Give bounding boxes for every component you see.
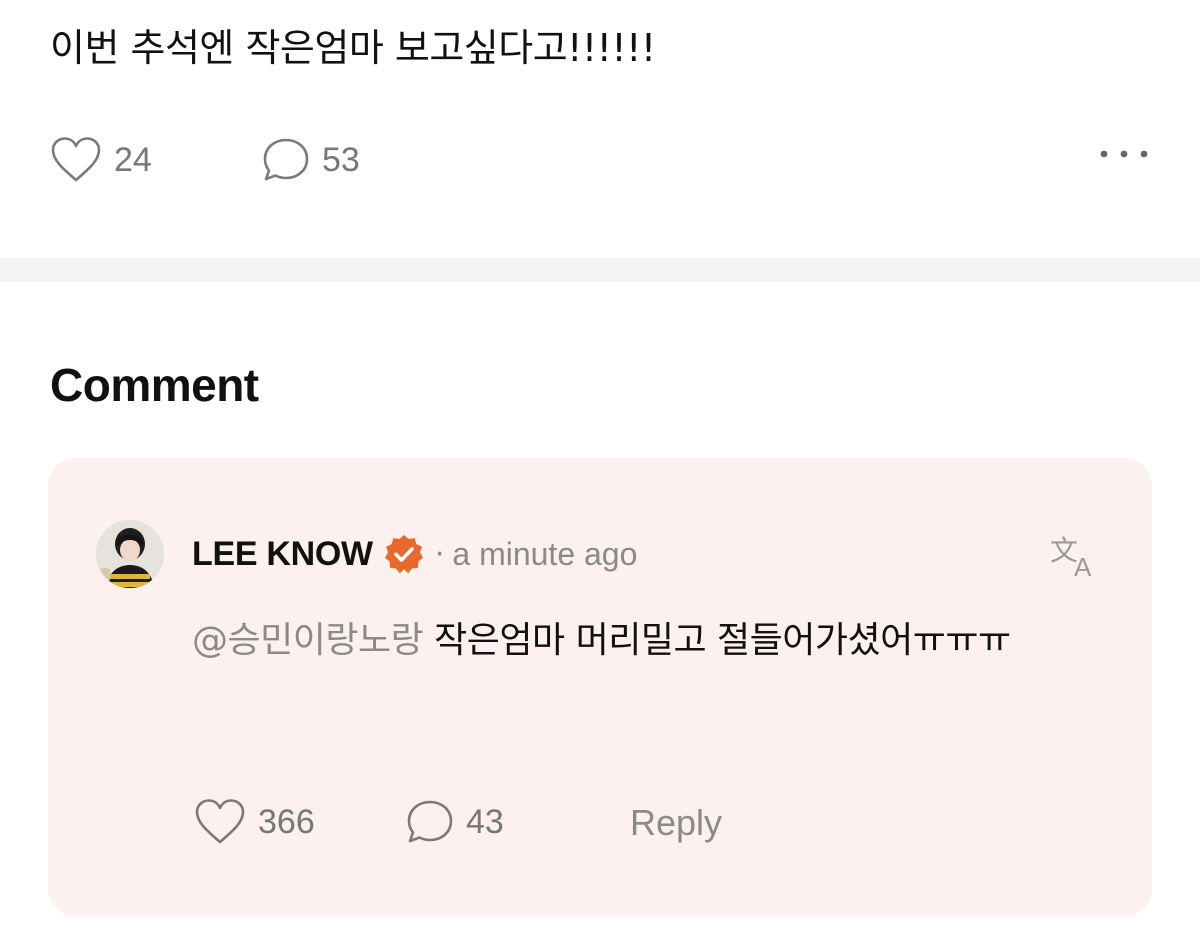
post-comment-count: 53: [322, 140, 360, 179]
speech-bubble-icon: [406, 798, 454, 846]
svg-text:A: A: [1074, 552, 1092, 580]
reply-label: Reply: [630, 802, 723, 843]
more-dots-icon: [1098, 148, 1150, 160]
avatar[interactable]: [96, 520, 164, 588]
heart-icon: [50, 136, 102, 184]
post-text: 이번 추석엔 작은엄마 보고싶다고!!!!!!: [50, 26, 656, 70]
translate-button[interactable]: 文 A: [1050, 530, 1102, 584]
section-divider: [0, 258, 1200, 282]
post-comment-button[interactable]: 53: [262, 136, 360, 184]
comment-timestamp: a minute ago: [452, 535, 638, 572]
more-options-button[interactable]: [1098, 148, 1150, 160]
mention-link[interactable]: @승민이랑노랑: [192, 620, 424, 661]
translate-icon: 文 A: [1050, 534, 1102, 584]
comment-text: 작은엄마 머리밀고 절들어가셨어ㅠㅠㅠ: [423, 620, 1011, 661]
author-name[interactable]: LEE KNOW: [192, 535, 373, 574]
post-like-button[interactable]: 24: [50, 136, 152, 184]
comment-section-heading: Comment: [50, 359, 259, 411]
comment-actions: 366 43 Reply: [194, 798, 894, 854]
comment-reply-count: 43: [466, 802, 504, 841]
verified-badge-icon: [383, 533, 425, 575]
post-actions: 24 53: [50, 136, 1150, 192]
comment-replies-button[interactable]: 43: [406, 798, 504, 846]
comment-author-row: LEE KNOW · a minute ago: [192, 530, 637, 578]
speech-bubble-icon: [262, 136, 310, 184]
post-like-count: 24: [114, 140, 152, 179]
reply-button[interactable]: Reply: [630, 802, 722, 844]
separator-dot: ·: [434, 536, 445, 572]
comment-body: @승민이랑노랑 작은엄마 머리밀고 절들어가셨어ㅠㅠㅠ: [192, 610, 1122, 672]
heart-icon: [194, 798, 246, 846]
comment-like-button[interactable]: 366: [194, 798, 315, 846]
comment-like-count: 366: [258, 802, 315, 841]
comment-card: LEE KNOW · a minute ago 文 A @승민이랑노랑 작은엄마…: [48, 458, 1152, 916]
